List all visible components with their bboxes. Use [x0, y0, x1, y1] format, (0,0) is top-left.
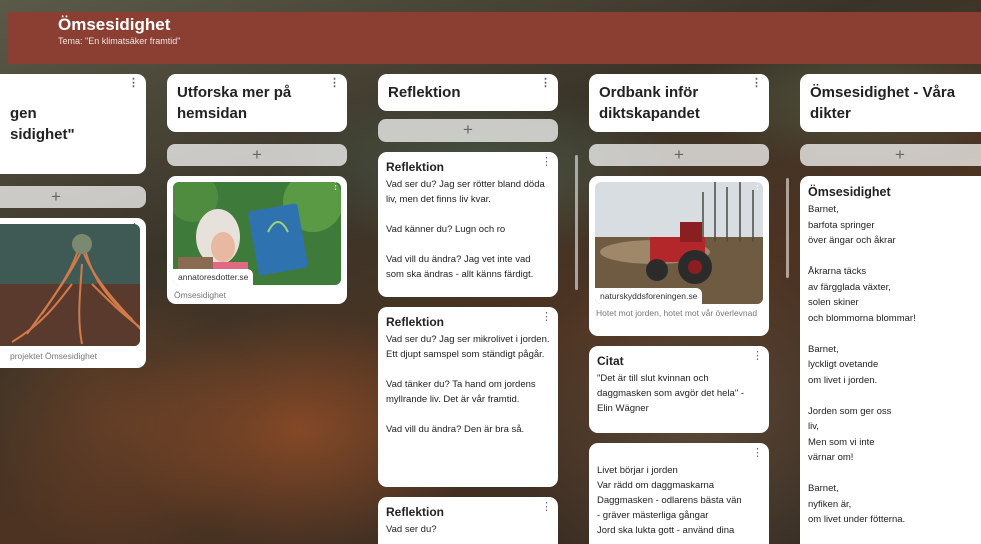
post-card[interactable]: ⋮ projektet Ömsesidighet	[0, 218, 146, 368]
more-icon[interactable]: ⋮	[540, 78, 551, 89]
column-title: Utforska mer på hemsidan ⋮	[167, 74, 347, 132]
card-title: Reflektion	[386, 505, 445, 519]
more-icon[interactable]: ⋮	[752, 181, 763, 192]
add-post-button[interactable]: +	[0, 186, 146, 208]
card-body: Vad ser du? Jag ser mikrolivet i jorden.…	[386, 334, 550, 435]
board-title: Ömsesidighet	[58, 15, 171, 34]
column-4: Ömsesidighet - Våra dikter + Ömsesidighe…	[800, 74, 981, 544]
tractor-field-photo: naturskyddsforeningen.se	[595, 182, 763, 304]
add-post-button[interactable]: +	[800, 144, 981, 166]
board-header: Ömsesidighet Tema: "En klimatsäker framt…	[8, 12, 981, 64]
card-title: Ömsesidighet	[808, 185, 891, 199]
post-card[interactable]: naturskyddsforeningen.se ⋮ Hotet mot jor…	[589, 176, 769, 336]
column-title: Ordbank inför diktskapandet ⋮	[589, 74, 769, 132]
column-scrollbar[interactable]	[786, 178, 789, 278]
card-caption: Ömsesidighet	[174, 290, 226, 300]
roots-artwork-image	[0, 224, 140, 346]
post-card[interactable]: ⋮ Livet börjar i jorden Var rädd om dagg…	[589, 443, 769, 544]
woman-painting-photo: annatoresdotter.se	[173, 182, 341, 285]
card-body: Vad ser du? Jag ser rötter bland döda li…	[386, 179, 545, 280]
column-scrollbar[interactable]	[575, 155, 578, 290]
column-2: Reflektion ⋮ + ⋮ Reflektion Vad ser du? …	[378, 74, 558, 544]
column-0: gen sidighet" ⋮ + ⋮ projektet Ömse	[0, 74, 146, 368]
card-title: Reflektion	[386, 160, 445, 174]
card-body: Barnet, barfota springer över ängar och …	[808, 204, 916, 525]
column-title: Reflektion ⋮	[378, 74, 558, 111]
link-domain[interactable]: annatoresdotter.se	[173, 269, 254, 285]
card-title: Reflektion	[386, 315, 445, 329]
add-post-button[interactable]: +	[167, 144, 347, 166]
more-icon[interactable]: ⋮	[128, 78, 139, 89]
column-title: gen sidighet" ⋮	[0, 74, 146, 174]
post-card[interactable]: annatoresdotter.se ⋮ Ömsesidighet	[167, 176, 347, 304]
more-icon[interactable]: ⋮	[541, 502, 552, 513]
more-icon[interactable]: ⋮	[752, 351, 763, 362]
more-icon[interactable]: ⋮	[541, 157, 552, 168]
post-card[interactable]: Ömsesidighet Barnet, barfota springer öv…	[800, 176, 981, 544]
add-post-button[interactable]: +	[589, 144, 769, 166]
more-icon[interactable]: ⋮	[751, 78, 762, 89]
more-icon[interactable]: ⋮	[541, 312, 552, 323]
more-icon[interactable]: ⋮	[752, 448, 763, 459]
card-body: Livet börjar i jorden Var rädd om daggma…	[597, 465, 742, 536]
card-body: "Det är till slut kvinnan och daggmasken…	[597, 373, 745, 414]
card-caption: projektet Ömsesidighet	[10, 351, 97, 361]
column-title: Ömsesidighet - Våra dikter	[800, 74, 981, 132]
post-card[interactable]: ⋮ Reflektion Vad ser du? Jag ser rötter …	[378, 152, 558, 297]
card-title: Citat	[597, 354, 624, 368]
column-3: Ordbank inför diktskapandet ⋮ + natursky	[589, 74, 769, 544]
post-card[interactable]: ⋮ Reflektion Vad ser du? Jag ser mikroli…	[378, 307, 558, 487]
add-post-button[interactable]: +	[378, 119, 558, 142]
column-1: Utforska mer på hemsidan ⋮ + annatoresdo…	[167, 74, 347, 304]
link-domain[interactable]: naturskyddsforeningen.se	[595, 288, 703, 304]
post-card[interactable]: ⋮ Citat "Det är till slut kvinnan och da…	[589, 346, 769, 433]
more-icon[interactable]: ⋮	[330, 181, 341, 192]
card-body: Vad ser du?	[386, 524, 437, 535]
board-subtitle: Tema: "En klimatsäker framtid"	[58, 36, 181, 46]
more-icon[interactable]: ⋮	[329, 78, 340, 89]
post-card[interactable]: ⋮ Reflektion Vad ser du?	[378, 497, 558, 544]
card-caption: Hotet mot jorden, hotet mot vår överlevn…	[596, 308, 758, 318]
